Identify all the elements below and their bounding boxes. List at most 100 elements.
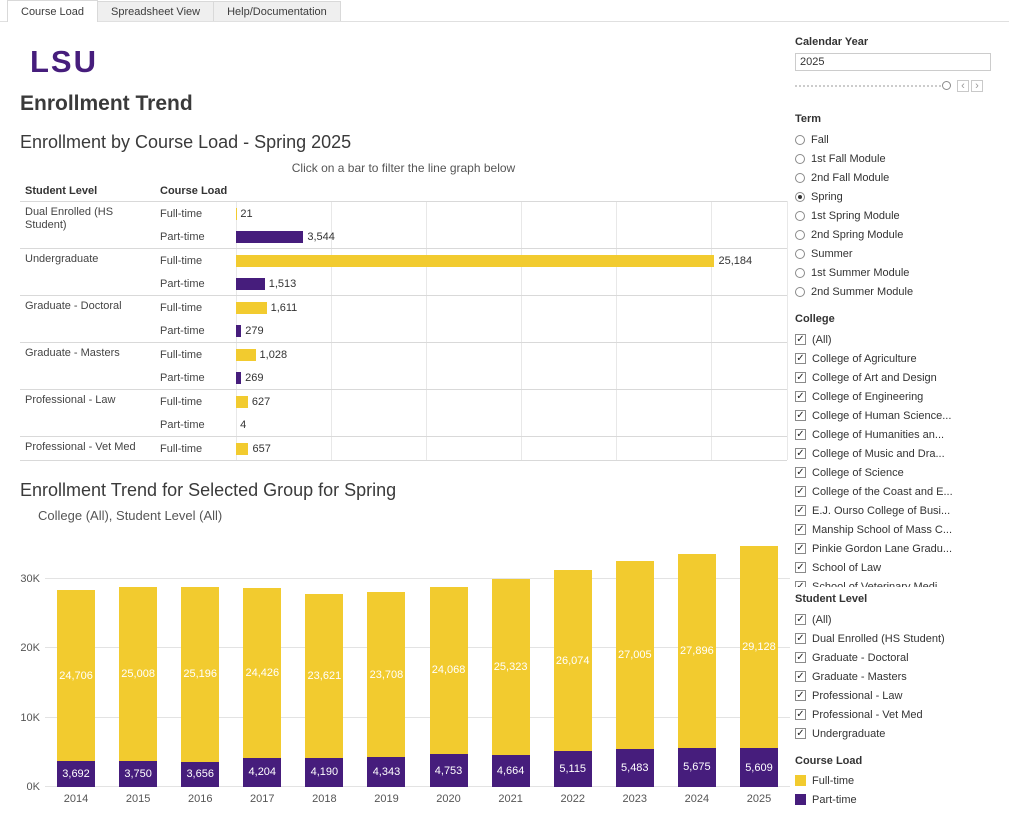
segment-full-time-2019[interactable]: 23,708: [367, 592, 405, 757]
trend-bar-2023[interactable]: 27,0055,483: [616, 537, 654, 787]
slider-track[interactable]: [795, 85, 945, 87]
student-level-option-graduate-doctoral[interactable]: ✓Graduate - Doctoral: [795, 648, 1000, 667]
student-level-option-professional-vet-med[interactable]: ✓Professional - Vet Med: [795, 705, 1000, 724]
term-option-fall[interactable]: Fall: [795, 130, 1000, 149]
college-option-college-of-engineering[interactable]: ✓College of Engineering: [795, 387, 1000, 406]
college-option-all[interactable]: ✓(All): [795, 330, 1000, 349]
segment-part-time-2023[interactable]: 5,483: [616, 749, 654, 787]
checkbox-checked-icon: ✓: [795, 448, 806, 459]
segment-value-label: 4,204: [249, 766, 277, 778]
tab-help-documentation[interactable]: Help/Documentation: [213, 1, 341, 21]
trend-bar-2022[interactable]: 26,0745,115: [554, 537, 592, 787]
college-option-college-of-agriculture[interactable]: ✓College of Agriculture: [795, 349, 1000, 368]
segment-part-time-2020[interactable]: 4,753: [430, 754, 468, 787]
term-option-2nd-fall-module[interactable]: 2nd Fall Module: [795, 168, 1000, 187]
legend-item-full-time[interactable]: Full-time: [795, 771, 1000, 790]
segment-part-time-2019[interactable]: 4,343: [367, 757, 405, 787]
bar-dual-enrolled-hs-student-part-time[interactable]: [236, 231, 303, 243]
term-option-2nd-summer-module[interactable]: 2nd Summer Module: [795, 282, 1000, 301]
college-option-manship-school-of-mass-c[interactable]: ✓Manship School of Mass C...: [795, 520, 1000, 539]
college-option-pinkie-gordon-lane-gradu[interactable]: ✓Pinkie Gordon Lane Gradu...: [795, 539, 1000, 558]
segment-full-time-2022[interactable]: 26,074: [554, 570, 592, 751]
segment-part-time-2025[interactable]: 5,609: [740, 748, 778, 787]
segment-part-time-2017[interactable]: 4,204: [243, 758, 281, 787]
course-load-label: Part-time: [155, 372, 236, 384]
college-option-college-of-the-coast-and-e[interactable]: ✓College of the Coast and E...: [795, 482, 1000, 501]
bar-undergraduate-full-time[interactable]: [236, 255, 714, 267]
bar-graduate-masters-part-time[interactable]: [236, 372, 241, 384]
student-level-option-graduate-masters[interactable]: ✓Graduate - Masters: [795, 667, 1000, 686]
main-content: LSU Enrollment Trend Enrollment by Cours…: [0, 22, 791, 828]
segment-part-time-2016[interactable]: 3,656: [181, 762, 219, 787]
trend-bar-2021[interactable]: 25,3234,664: [492, 537, 530, 787]
trend-bar-2019[interactable]: 23,7084,343: [367, 537, 405, 787]
trend-bar-2025[interactable]: 29,1285,609: [740, 537, 778, 787]
student-level-option-undergraduate[interactable]: ✓Undergraduate: [795, 724, 1000, 743]
college-option-college-of-art-and-design[interactable]: ✓College of Art and Design: [795, 368, 1000, 387]
college-option-college-of-humanities-an[interactable]: ✓College of Humanities an...: [795, 425, 1000, 444]
term-option-spring[interactable]: Spring: [795, 187, 1000, 206]
segment-value-label: 4,753: [435, 765, 463, 777]
segment-value-label: 3,750: [124, 768, 152, 780]
segment-full-time-2023[interactable]: 27,005: [616, 561, 654, 749]
term-option-2nd-spring-module[interactable]: 2nd Spring Module: [795, 225, 1000, 244]
slider-handle[interactable]: [942, 81, 951, 90]
term-option-summer[interactable]: Summer: [795, 244, 1000, 263]
bar-graduate-masters-full-time[interactable]: [236, 349, 256, 361]
college-option-school-of-law[interactable]: ✓School of Law: [795, 558, 1000, 577]
trend-bar-2016[interactable]: 25,1963,656: [181, 537, 219, 787]
college-option-school-of-veterinary-medi[interactable]: ✓School of Veterinary Medi...: [795, 577, 1000, 587]
trend-bar-2018[interactable]: 23,6214,190: [305, 537, 343, 787]
college-option-college-of-science[interactable]: ✓College of Science: [795, 463, 1000, 482]
segment-part-time-2022[interactable]: 5,115: [554, 751, 592, 787]
segment-full-time-2016[interactable]: 25,196: [181, 587, 219, 762]
trend-bar-2020[interactable]: 24,068 4,753: [430, 537, 468, 787]
segment-full-time-2024[interactable]: 27,896: [678, 554, 716, 748]
segment-full-time-2017[interactable]: 24,426: [243, 588, 281, 758]
term-option-1st-spring-module[interactable]: 1st Spring Module: [795, 206, 1000, 225]
slider-prev-button[interactable]: ‹: [957, 80, 969, 92]
segment-part-time-2018[interactable]: 4,190: [305, 758, 343, 787]
segment-part-time-2015[interactable]: 3,750: [119, 761, 157, 787]
trend-bar-2014[interactable]: 24,7063,692: [57, 537, 95, 787]
college-option-college-of-music-and-dra[interactable]: ✓College of Music and Dra...: [795, 444, 1000, 463]
slider-next-button[interactable]: ›: [971, 80, 983, 92]
bar-undergraduate-part-time[interactable]: [236, 278, 265, 290]
term-option-1st-summer-module[interactable]: 1st Summer Module: [795, 263, 1000, 282]
tab-course-load[interactable]: Course Load: [7, 0, 98, 22]
college-option-college-of-human-science[interactable]: ✓College of Human Science...: [795, 406, 1000, 425]
segment-full-time-2025[interactable]: 29,128: [740, 546, 778, 748]
student-level-option-all[interactable]: ✓(All): [795, 610, 1000, 629]
trend-y-axis: 0K10K20K30K: [20, 537, 42, 787]
option-label: Undergraduate: [812, 728, 885, 740]
bar-value-label: 279: [245, 325, 263, 337]
bar-graduate-doctoral-full-time[interactable]: [236, 302, 267, 314]
trend-bar-2017[interactable]: 24,426 4,204: [243, 537, 281, 787]
segment-part-time-2014[interactable]: 3,692: [57, 761, 95, 787]
course-load-row: Full-time1,611: [155, 296, 787, 319]
student-level-option-professional-law[interactable]: ✓Professional - Law: [795, 686, 1000, 705]
option-label: College of Agriculture: [812, 353, 917, 365]
term-option-1st-fall-module[interactable]: 1st Fall Module: [795, 149, 1000, 168]
segment-full-time-2018[interactable]: 23,621: [305, 594, 343, 758]
segment-full-time-2014[interactable]: 24,706: [57, 590, 95, 762]
legend-item-part-time[interactable]: Part-time: [795, 790, 1000, 809]
student-level-label: Undergraduate: [20, 253, 150, 266]
college-option-e-j-ourso-college-of-busi[interactable]: ✓E.J. Ourso College of Busi...: [795, 501, 1000, 520]
trend-bar-2015[interactable]: 25,008 3,750: [119, 537, 157, 787]
calendar-year-slider[interactable]: ‹ ›: [795, 78, 991, 93]
calendar-year-input[interactable]: [795, 53, 991, 71]
option-label: Summer: [811, 248, 853, 260]
bar-graduate-doctoral-part-time[interactable]: [236, 325, 241, 337]
trend-bar-2024[interactable]: 27,8965,675: [678, 537, 716, 787]
segment-full-time-2021[interactable]: 25,323: [492, 579, 530, 755]
segment-full-time-2015[interactable]: 25,008: [119, 587, 157, 761]
segment-part-time-2024[interactable]: 5,675: [678, 748, 716, 787]
segment-part-time-2021[interactable]: 4,664: [492, 755, 530, 787]
tab-spreadsheet-view[interactable]: Spreadsheet View: [97, 1, 214, 21]
student-level-option-dual-enrolled-hs-student[interactable]: ✓Dual Enrolled (HS Student): [795, 629, 1000, 648]
bar-professional-vet-med-full-time[interactable]: [236, 443, 248, 455]
bar-professional-law-full-time[interactable]: [236, 396, 248, 408]
segment-full-time-2020[interactable]: 24,068: [430, 587, 468, 754]
bar-track: 25,184: [236, 249, 787, 272]
